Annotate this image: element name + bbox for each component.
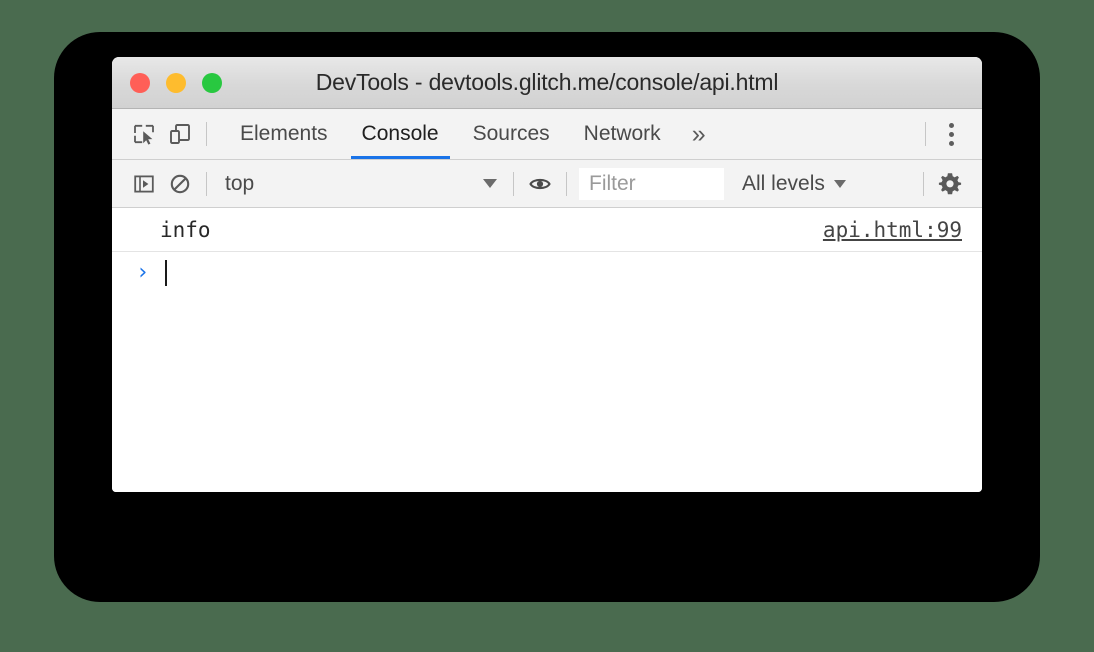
console-toolbar-divider-2 [513, 171, 514, 196]
tab-network[interactable]: Network [567, 109, 678, 159]
clear-console-icon[interactable] [162, 166, 198, 202]
console-message-row[interactable]: info api.html:99 [112, 208, 982, 252]
execution-context-value: top [225, 171, 255, 195]
console-prompt-row[interactable]: › [112, 252, 982, 294]
console-toolbar-divider-3 [566, 171, 567, 196]
traffic-lights [130, 72, 222, 93]
window-title: DevTools - devtools.glitch.me/console/ap… [315, 69, 779, 95]
tabstrip-divider [206, 122, 207, 146]
prompt-chevron-icon: › [136, 260, 150, 285]
screenshot-stage: DevTools - devtools.glitch.me/console/ap… [0, 0, 1094, 652]
console-toolbar: top All levels [112, 160, 982, 208]
chevron-down-icon [483, 179, 497, 188]
console-output-panel[interactable]: info api.html:99 › [112, 208, 982, 492]
console-message-source-link[interactable]: api.html:99 [823, 218, 962, 242]
execution-context-selector[interactable]: top [215, 168, 505, 200]
console-filter-input[interactable] [579, 167, 724, 200]
console-toolbar-divider-4 [923, 171, 924, 196]
tab-console[interactable]: Console [345, 109, 456, 159]
prompt-text-caret [165, 260, 168, 286]
chevron-down-icon [833, 179, 846, 188]
console-toolbar-divider-1 [206, 171, 207, 196]
inspect-element-icon[interactable] [126, 116, 162, 152]
tab-elements[interactable]: Elements [223, 109, 345, 159]
kebab-menu-icon[interactable] [934, 117, 968, 151]
minimize-window-button[interactable] [166, 72, 186, 93]
console-sidebar-icon[interactable] [126, 166, 162, 202]
devtools-tabstrip: Elements Console Sources Network » [112, 109, 982, 160]
devtools-tabs: Elements Console Sources Network » [223, 109, 720, 159]
console-toolbar-right-group [915, 166, 968, 202]
window-titlebar: DevTools - devtools.glitch.me/console/ap… [112, 57, 982, 109]
maximize-window-button[interactable] [202, 72, 222, 93]
eye-icon[interactable] [522, 166, 558, 202]
log-levels-value: All levels [742, 171, 825, 195]
close-window-button[interactable] [130, 72, 150, 93]
more-tabs-icon[interactable]: » [678, 109, 720, 159]
console-message-text: info [160, 217, 211, 242]
devtools-window: DevTools - devtools.glitch.me/console/ap… [112, 57, 982, 492]
tab-sources[interactable]: Sources [456, 109, 567, 159]
tabstrip-right-divider [925, 122, 926, 146]
gear-icon[interactable] [932, 166, 968, 202]
device-toolbar-icon[interactable] [162, 116, 198, 152]
log-levels-selector[interactable]: All levels [742, 172, 846, 196]
tabstrip-right-group [917, 117, 982, 151]
